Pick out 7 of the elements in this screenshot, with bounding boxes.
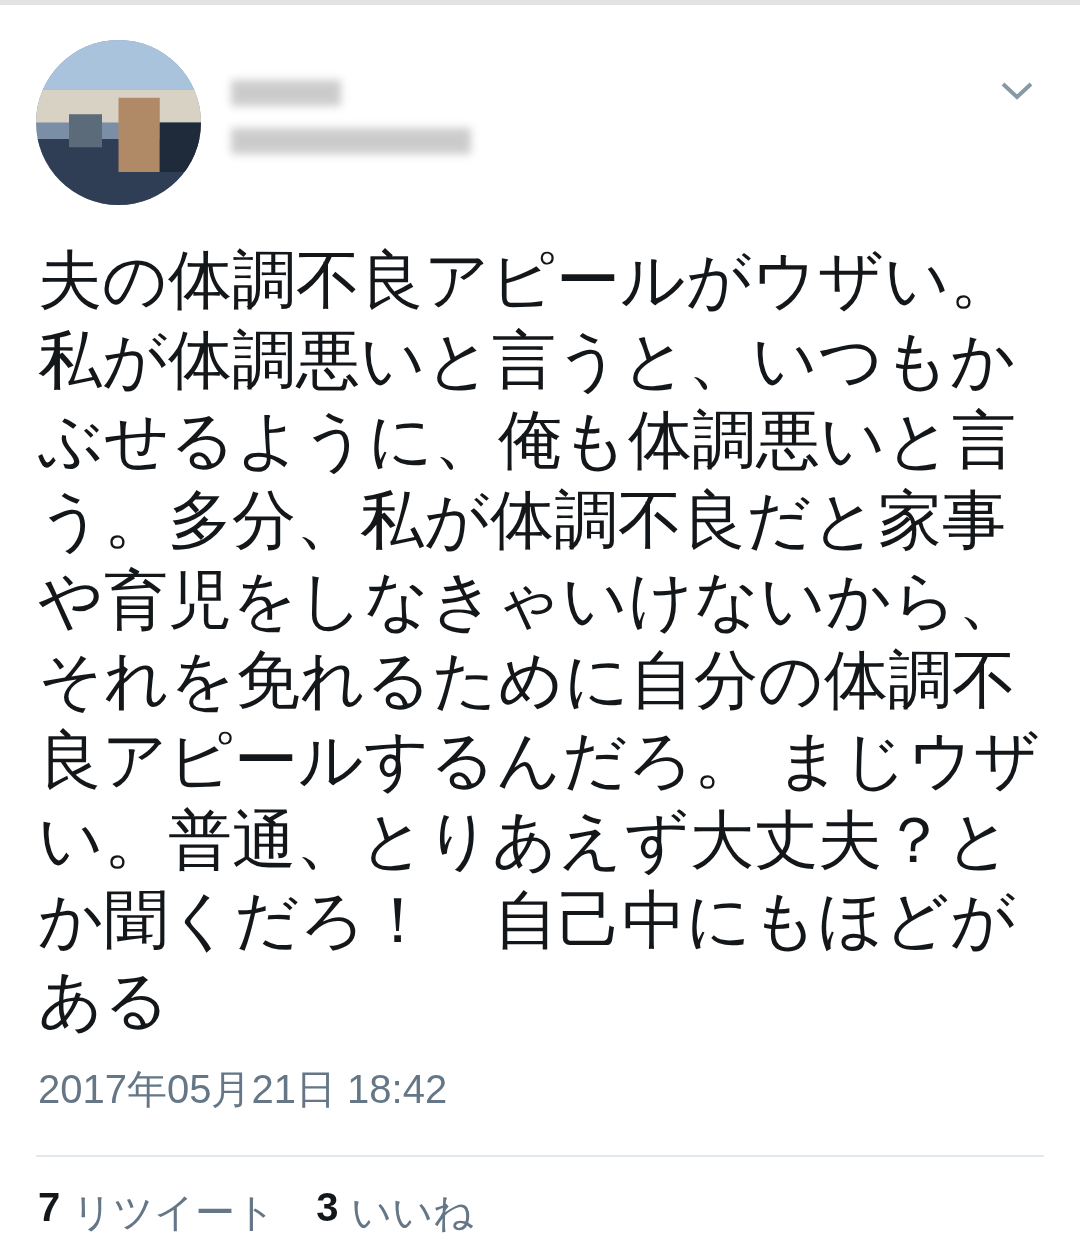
timestamp: 2017年05月21日 18:42: [38, 1066, 449, 1113]
count: 7: [38, 1185, 61, 1231]
count: 3: [316, 1185, 339, 1231]
tweet-text: 夫の体調不良アピールがウザい。私が体調悪いと言うと、いつもかぶせるように、俺も体調悪いと言う。多分、私が体調不良だと家事や育児をしなきゃいけないから、それを免れるために自分の体調不良アピールするんだろ。 まじウザい。普通、とりあえず大丈夫？とか聞くだろ！ 自己中にもほどがある: [38, 243, 1040, 1038]
stat-label: リツイート: [72, 1189, 277, 1236]
chevron-down-icon[interactable]: [1000, 80, 1034, 102]
stat-label: いいね: [350, 1189, 474, 1236]
